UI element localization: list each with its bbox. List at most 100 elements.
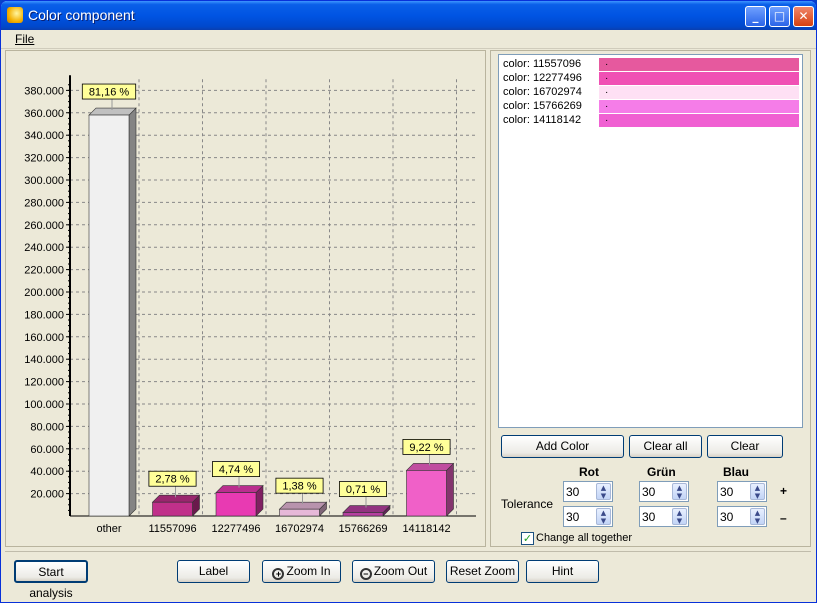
data-label: 81,16 % [89, 87, 130, 99]
gruen-minus-spinner[interactable]: ▲▼ [639, 506, 689, 527]
window-title: Color component [28, 7, 135, 23]
y-tick-label: 360.000 [24, 108, 64, 120]
header-blau: Blau [723, 465, 750, 479]
color-swatch: · [599, 72, 799, 85]
y-tick-label: 120.000 [24, 377, 64, 389]
blau-minus-input[interactable] [720, 509, 750, 524]
y-tick-label: 180.000 [24, 309, 64, 321]
x-tick-label: 12277496 [212, 523, 261, 535]
header-gruen: Grün [647, 465, 676, 479]
color-swatch: · [599, 58, 799, 71]
spinner-arrows-icon[interactable]: ▲ ▼ [596, 483, 611, 500]
gruen-minus-input[interactable] [642, 509, 672, 524]
spinner-arrows-icon[interactable]: ▲ ▼ [750, 483, 765, 500]
color-swatch: · [599, 114, 799, 127]
zoom-out-icon: − [359, 568, 372, 580]
main-window: Color component _ □ ✕ File 20.000 40.000 6… [0, 0, 817, 603]
bar [279, 508, 320, 517]
menu-file-label: File [15, 32, 35, 46]
gruen-plus-input[interactable] [642, 484, 672, 499]
minus-label: – [780, 511, 787, 525]
spinner-arrows-icon[interactable]: ▲ ▼ [672, 508, 687, 525]
bar [88, 114, 130, 517]
plus-label: + [780, 484, 788, 498]
y-tick-label: 80.000 [30, 421, 64, 433]
y-tick-label: 260.000 [24, 220, 64, 232]
bar-chart: 20.000 40.000 60.000 80.000 100.000 120.000 14… [24, 75, 476, 535]
minimize-button[interactable]: _ [745, 6, 766, 27]
spinner-arrows-icon[interactable]: ▲ ▼ [596, 508, 611, 525]
y-tick-label: 140.000 [24, 354, 64, 366]
clear-button[interactable]: Clear [707, 435, 783, 458]
data-label: 9,22 % [409, 442, 443, 454]
y-tick-label: 380.000 [24, 85, 64, 97]
gruen-plus-spinner[interactable]: ▲▼ [639, 481, 689, 502]
y-tick-label: 100.000 [24, 399, 64, 411]
y-tick-label: 200.000 [24, 287, 64, 299]
rot-minus-input[interactable] [566, 509, 596, 524]
start-analysis-button[interactable]: Start analysis [14, 560, 88, 600]
clear-all-button[interactable]: Clear all [629, 435, 702, 458]
bar [215, 492, 257, 517]
y-tick-label: 340.000 [24, 130, 64, 142]
bar [342, 512, 384, 517]
reset-zoom-button[interactable]: Reset Zoom [446, 560, 519, 583]
x-tick-label: 16702974 [275, 523, 324, 535]
color-label: color: 14118142 [503, 114, 582, 126]
tolerance-label: Tolerance [501, 497, 554, 511]
data-label: 2,78 % [155, 474, 189, 486]
y-tick-label: 300.000 [24, 175, 64, 187]
y-tick-label: 40.000 [30, 466, 64, 478]
color-swatch: · [599, 100, 799, 113]
y-tick-label: 160.000 [24, 332, 64, 344]
color-label: color: 11557096 [503, 58, 582, 70]
color-panel: color: 11557096 · color: 12277496 · color: 1… [490, 50, 811, 547]
x-tick-label: 11557096 [148, 523, 196, 535]
close-button[interactable]: ✕ [793, 6, 814, 27]
spinner-arrows-icon[interactable]: ▲ ▼ [672, 483, 687, 500]
color-label: color: 15766269 [503, 100, 582, 112]
y-tick-label: 220.000 [24, 265, 64, 277]
rot-plus-input[interactable] [566, 484, 596, 499]
rot-minus-spinner[interactable]: ▲▼ [563, 506, 613, 527]
zoom-out-label: Zoom Out [373, 564, 428, 578]
header-rot: Rot [579, 465, 599, 479]
color-swatch: · [599, 86, 799, 99]
blau-plus-input[interactable] [720, 484, 750, 499]
spinner-arrows-icon[interactable]: ▲ ▼ [750, 508, 765, 525]
zoom-in-button[interactable]: + Zoom In [262, 560, 341, 583]
menu-bar: File [1, 30, 816, 49]
blau-minus-spinner[interactable]: ▲▼ [717, 506, 767, 527]
change-all-checkbox[interactable]: ✓ [521, 532, 534, 545]
color-label: color: 16702974 [503, 86, 582, 98]
add-color-button[interactable]: Add Color [501, 435, 624, 458]
menu-file[interactable]: File [15, 32, 34, 46]
app-icon [7, 7, 23, 23]
change-all-label[interactable]: Change all together [536, 532, 632, 544]
y-tick-label: 240.000 [24, 242, 64, 254]
chart-panel: 20.000 40.000 60.000 80.000 100.000 120.000 14… [5, 50, 486, 547]
x-tick-label: other [96, 523, 121, 535]
color-list[interactable]: color: 11557096 · color: 12277496 · color: 1… [498, 54, 803, 428]
maximize-button[interactable]: □ [769, 6, 790, 27]
zoom-out-button[interactable]: − Zoom Out [352, 560, 435, 583]
rot-plus-spinner[interactable]: ▲▼ [563, 481, 613, 502]
y-tick-label: 280.000 [24, 197, 64, 209]
label-button[interactable]: Label [177, 560, 250, 583]
data-label: 4,74 % [219, 464, 253, 476]
data-label: 0,71 % [346, 484, 380, 496]
blau-plus-spinner[interactable]: ▲▼ [717, 481, 767, 502]
title-bar[interactable]: Color component _ □ ✕ [1, 1, 816, 30]
data-label: 1,38 % [282, 481, 316, 493]
bar-side [128, 107, 137, 517]
bottom-toolbar: Start analysis Label + Zoom In − Zoom Out … [5, 551, 811, 600]
x-tick-label: 15766269 [339, 523, 388, 535]
color-label: color: 12277496 [503, 72, 582, 84]
x-tick-label: 14118142 [402, 523, 450, 535]
y-tick-label: 60.000 [30, 444, 64, 456]
y-tick-label: 320.000 [24, 153, 64, 165]
bar [406, 470, 447, 517]
bar [152, 501, 193, 517]
y-tick-label: 20.000 [30, 489, 64, 501]
hint-button[interactable]: Hint [526, 560, 599, 583]
